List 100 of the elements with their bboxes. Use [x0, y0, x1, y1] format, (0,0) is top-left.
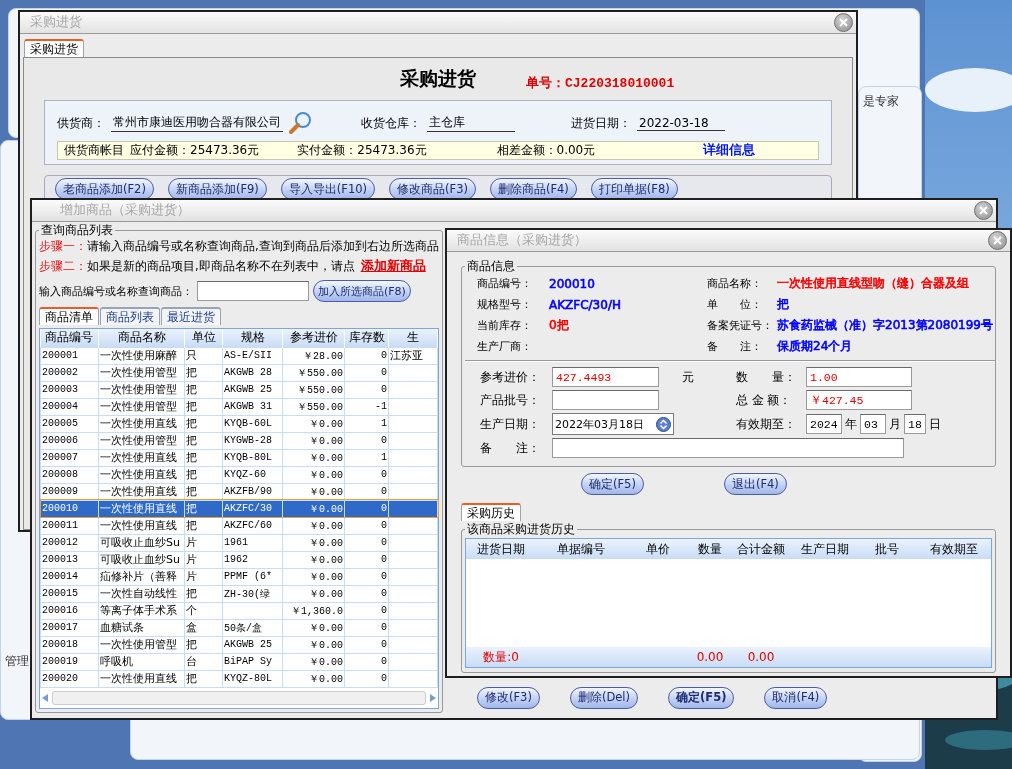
toolbar-button[interactable]: 老商品添加(F2) — [55, 178, 154, 200]
toolbar-button[interactable]: 导入导出(F10) — [280, 178, 376, 200]
table-cell: 一次性使用管型 — [98, 398, 185, 415]
field-value: AKZFC/30/H — [549, 297, 621, 312]
table-cell: 1961 — [222, 534, 283, 551]
table-cell: 200001 — [40, 347, 99, 364]
toolbar-button[interactable]: 修改商品(F3) — [389, 178, 476, 200]
table-cell: 0 — [344, 432, 389, 449]
dialog-button[interactable]: 确定(F5) — [581, 473, 644, 495]
amount-total: 0.00 — [746, 650, 776, 664]
table-cell: 200014 — [40, 568, 99, 585]
close-icon — [839, 18, 848, 27]
table-cell: ￥0.00 — [282, 534, 345, 551]
table-cell: 200017 — [40, 619, 99, 636]
table-cell: 一次性使用麻醉 — [98, 347, 185, 364]
table-cell: ￥550.00 — [282, 381, 345, 398]
up-down-icon[interactable] — [656, 416, 671, 432]
table-cell: 把 — [184, 432, 223, 449]
order-number: 单号：CJ220318010001 — [525, 75, 676, 92]
field-value: 苏食药监械（准）字2013第2080199号 — [777, 317, 993, 334]
add-selected-button[interactable]: 加入所选商品(F8) — [313, 280, 411, 302]
table-cell: ￥0.00 — [282, 670, 345, 687]
date-field[interactable]: 2022-03-18 — [637, 115, 725, 131]
tab[interactable]: 商品清单 — [39, 307, 99, 325]
table-cell: 一次性使用管型 — [98, 381, 185, 398]
unit-label: 年 — [845, 416, 857, 432]
warehouse-field[interactable]: 主仓库 — [427, 114, 515, 132]
table-cell: 0 — [344, 534, 389, 551]
month-field[interactable]: 03 — [860, 414, 886, 434]
table-cell — [388, 653, 438, 670]
table-cell — [388, 534, 438, 551]
dialog-button[interactable]: 确定(F5) — [668, 686, 735, 709]
add-new-link[interactable]: 添加新商品 — [360, 257, 426, 275]
table-cell: ￥0.00 — [282, 568, 345, 585]
table-cell: 0 — [344, 585, 389, 602]
table-cell: ￥0.00 — [282, 585, 345, 602]
tab[interactable]: 商品列表 — [100, 307, 160, 325]
close-button[interactable] — [834, 13, 853, 32]
toolbar-button[interactable]: 打印单据(F8) — [590, 178, 678, 200]
column-header: 有效期至 — [928, 540, 979, 558]
dialog-button[interactable]: 删除(Del) — [569, 686, 638, 709]
table-cell — [388, 364, 438, 381]
table-cell — [388, 466, 438, 483]
close-button[interactable] — [974, 201, 993, 220]
tab[interactable]: 采购历史 — [461, 503, 521, 521]
day-field[interactable]: 18 — [904, 414, 926, 434]
close-button[interactable] — [988, 231, 1007, 250]
dialog-button[interactable]: 退出(F4) — [723, 473, 787, 495]
table-row[interactable]: 200001 一次性使用麻醉 只 AS-E/SII ￥28.00 0 江苏亚 — [40, 347, 438, 364]
payable-amount: 应付金额：25473.36元 — [130, 142, 260, 159]
count-total: 数量:0 — [482, 648, 520, 666]
table-cell: 0 — [344, 517, 389, 534]
field-label: 备 注： — [480, 440, 541, 456]
date-picker[interactable]: 2022年03月18日 — [552, 413, 674, 435]
batch-field[interactable] — [552, 390, 659, 410]
year-field[interactable]: 2024 — [806, 414, 842, 434]
window-title: 采购进货 — [30, 14, 82, 31]
table-cell: ￥0.00 — [282, 619, 345, 636]
right-arrow-icon[interactable] — [430, 693, 436, 702]
table-cell: 把 — [184, 517, 223, 534]
left-arrow-icon[interactable] — [42, 693, 48, 702]
window-title: 商品信息（采购进货） — [457, 232, 587, 249]
supplier-field[interactable]: 常州市康迪医用吻合器有限公司 — [111, 114, 283, 132]
table-cell: ￥0.00 — [282, 415, 345, 432]
quantity-field[interactable]: 1.00 — [806, 367, 912, 387]
search-field[interactable] — [197, 281, 309, 301]
search-icon[interactable] — [289, 111, 313, 135]
table-cell: -1 — [344, 398, 389, 415]
dialog-button[interactable]: 修改(F3) — [477, 686, 540, 709]
table-cell: 把 — [184, 398, 223, 415]
table-cell: AKGWB 25 — [222, 636, 283, 653]
details-link[interactable]: 详细信息 — [703, 142, 756, 159]
total-field[interactable]: ￥427.45 — [806, 390, 912, 410]
quantity-total: 0.00 — [695, 650, 725, 664]
remark-field[interactable] — [552, 438, 904, 458]
table-cell — [388, 619, 438, 636]
field-label: 商品编号： — [477, 276, 533, 291]
table-cell: 片 — [184, 568, 223, 585]
step-text: 步骤二：如果是新的商品项目,即商品名称不在列表中，请点 — [39, 259, 355, 274]
field-label: 输入商品编号或名称查询商品： — [39, 283, 193, 299]
toolbar-button[interactable]: 删除商品(F4) — [489, 178, 577, 200]
column-header: 生产日期 — [800, 540, 850, 558]
table-cell: 200015 — [40, 585, 99, 602]
table-cell: 可吸收止血纱Su — [98, 551, 185, 568]
table-cell — [388, 381, 438, 398]
toolbar-button[interactable]: 新商品添加(F9) — [167, 178, 267, 200]
tab[interactable]: 最近进货 — [161, 307, 221, 325]
table-cell — [388, 585, 438, 602]
tab[interactable]: 采购进货 — [24, 39, 84, 57]
horizontal-scrollbar[interactable] — [42, 689, 436, 706]
table-cell: 片 — [184, 534, 223, 551]
table-cell: ￥0.00 — [282, 466, 345, 483]
price-field[interactable]: 427.4493 — [552, 367, 659, 387]
group-title: 商品信息 — [466, 258, 516, 275]
dialog-button[interactable]: 取消(F4) — [764, 686, 828, 709]
column-header: 数量 — [697, 540, 723, 558]
unit-label: 日 — [929, 416, 941, 432]
table-cell: 0 — [344, 466, 389, 483]
table-cell: 一次性使用管型 — [98, 364, 185, 381]
table-cell: 一次性自动线性 — [98, 585, 185, 602]
